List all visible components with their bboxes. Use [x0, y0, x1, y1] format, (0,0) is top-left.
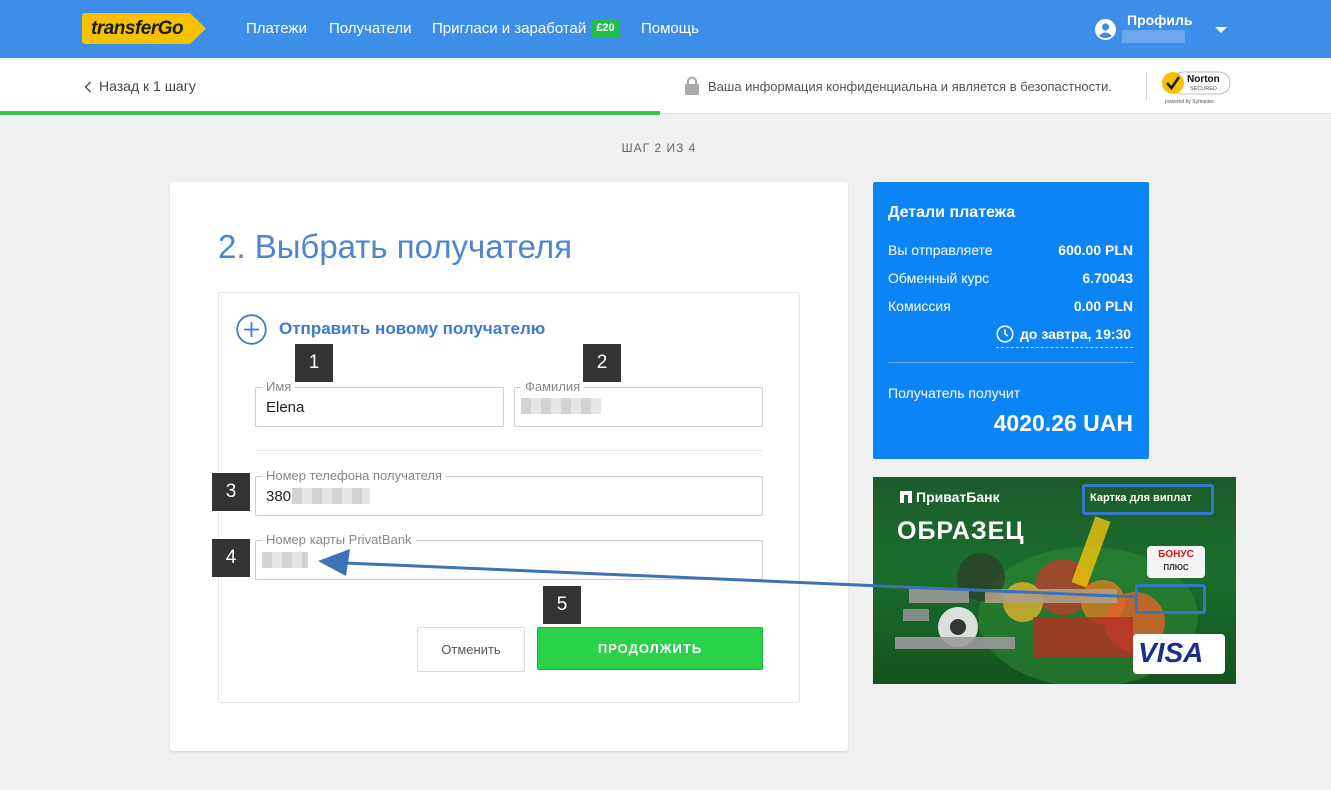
callout-1: 1 — [295, 344, 333, 382]
cancel-button[interactable]: Отменить — [417, 627, 525, 672]
plus-circle-icon[interactable] — [236, 314, 267, 345]
form-divider — [256, 450, 762, 451]
callout-4: 4 — [212, 539, 250, 577]
nav-invite-earn[interactable]: Пригласи и заработай — [432, 20, 586, 37]
profile-label[interactable]: Профиль — [1127, 12, 1193, 28]
callout-5: 5 — [543, 586, 581, 624]
secure-bar-divider — [1146, 72, 1147, 100]
chevron-left-icon[interactable] — [84, 81, 92, 93]
bank-name: ПриватБанк — [916, 489, 1000, 505]
last-name-redacted — [521, 398, 601, 414]
security-notice: Ваша информация конфиденциальна и являет… — [708, 79, 1112, 94]
last-name-field[interactable]: Фамилия — [514, 379, 763, 427]
nav-help[interactable]: Помощь — [641, 20, 699, 37]
norton-powered-text: powered by Symantec — [1165, 99, 1215, 105]
callout-3: 3 — [212, 473, 250, 511]
payment-divider — [888, 362, 1134, 363]
continue-button[interactable]: ПРОДОЛЖИТЬ — [537, 627, 763, 670]
exchange-rate-value: 6.70043 — [1082, 270, 1133, 286]
bonus-subtitle: ПЛЮС — [1163, 563, 1189, 572]
bonus-title: БОНУС — [1158, 549, 1194, 560]
payment-details-title: Детали платежа — [888, 204, 1016, 221]
receive-amount-value: 4020.26 UAH — [993, 410, 1133, 436]
user-avatar-icon[interactable] — [1095, 19, 1116, 40]
norton-secured-text: SECURED — [1190, 86, 1217, 92]
back-to-step-1-link[interactable]: Назад к 1 шагу — [99, 78, 196, 94]
transfergo-logo[interactable]: transferGo — [82, 13, 206, 44]
first-name-field[interactable]: Имя Elena — [255, 379, 504, 427]
nav-payments[interactable]: Платежи — [246, 20, 307, 37]
card-digits-highlight — [1135, 584, 1206, 614]
norton-secured-badge: Norton SECURED powered by Symantec — [1162, 71, 1231, 105]
delivery-time-underline — [996, 347, 1133, 348]
nav-recipients[interactable]: Получатели — [329, 20, 412, 37]
profile-dropdown-caret-icon[interactable] — [1215, 27, 1227, 33]
card-type-label: Картка для виплат — [1090, 492, 1192, 504]
step-indicator: ШАГ 2 ИЗ 4 — [621, 141, 697, 155]
norton-brand-text: Norton — [1187, 74, 1220, 85]
visa-text: VISA — [1138, 637, 1204, 668]
fee-label: Комиссия — [888, 298, 951, 314]
lock-icon — [685, 76, 699, 95]
logo-text: transferGo — [91, 18, 184, 39]
invite-reward-badge: £20 — [592, 19, 619, 38]
card-number-redacted — [262, 552, 308, 568]
send-amount-value: 600.00 PLN — [1058, 242, 1133, 258]
profile-name-redacted — [1122, 30, 1185, 43]
phone-number-field[interactable]: Номер телефона получателя 380 — [255, 468, 763, 516]
callout-2: 2 — [583, 344, 621, 382]
secure-info-bar — [0, 58, 1331, 114]
phone-number-value[interactable]: 380 — [266, 488, 291, 505]
exchange-rate-label: Обменный курс — [888, 270, 990, 286]
delivery-time[interactable]: до завтра, 19:30 — [1020, 326, 1131, 342]
send-to-new-recipient-link[interactable]: Отправить новому получателю — [279, 319, 545, 339]
last-name-label: Фамилия — [521, 379, 585, 394]
card-number-label: Номер карты PrivatBank — [262, 532, 416, 547]
clock-icon — [996, 325, 1014, 343]
fee-value: 0.00 PLN — [1073, 298, 1133, 314]
page-title: 2. Выбрать получателя — [218, 228, 572, 265]
first-name-label: Имя — [262, 379, 296, 394]
send-amount-label: Вы отправляете — [888, 242, 993, 258]
privatbank-card-field[interactable]: Номер карты PrivatBank — [255, 532, 763, 580]
receive-amount-label: Получатель получит — [888, 385, 1021, 401]
phone-number-label: Номер телефона получателя — [262, 468, 447, 483]
phone-number-redacted — [292, 488, 370, 504]
first-name-value[interactable]: Elena — [266, 399, 304, 416]
privatbank-logo-icon — [900, 491, 912, 503]
sample-watermark: ОБРАЗЕЦ — [897, 517, 1025, 545]
step-progress-bar — [0, 111, 660, 115]
